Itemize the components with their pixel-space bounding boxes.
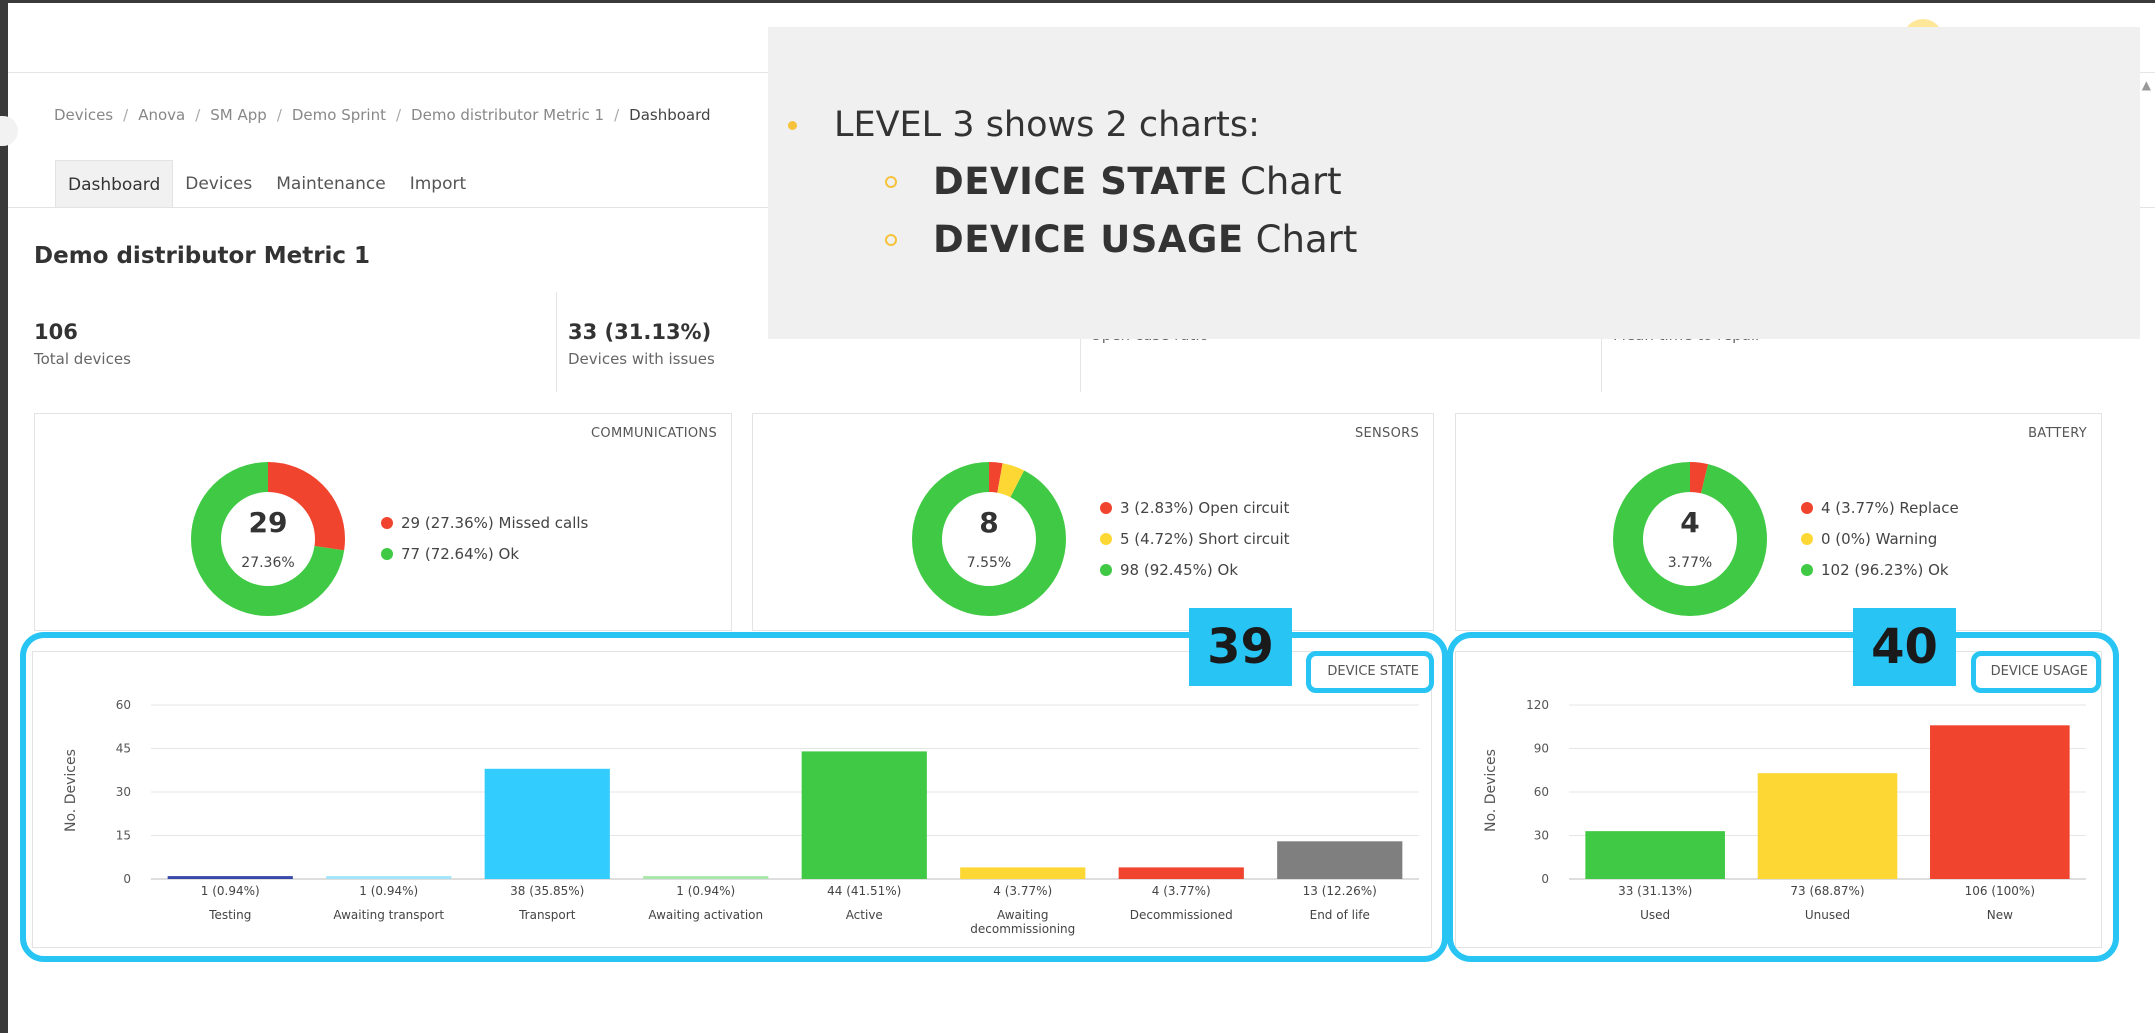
legend-label: 0 (0%) Warning: [1821, 529, 1938, 548]
sidebar-toggle[interactable]: [0, 116, 18, 146]
legend-dot: [1100, 563, 1112, 576]
overlay-item-rest: Chart: [1255, 218, 1358, 261]
overlay-item-bold: DEVICE USAGE: [933, 218, 1244, 261]
legend-label: 4 (3.77%) Replace: [1821, 498, 1959, 517]
donut-center-percent: 27.36%: [241, 555, 295, 571]
legend-item: 0 (0%) Warning: [1801, 523, 1959, 554]
legend-item: 4 (3.77%) Replace: [1801, 492, 1959, 523]
donut-center-percent: 7.55%: [966, 555, 1012, 571]
page-title: Demo distributor Metric 1: [34, 243, 371, 269]
donut-center-value: 4: [1680, 506, 1700, 539]
donut-chart: [191, 462, 345, 616]
legend-item: 5 (4.72%) Short circuit: [1100, 523, 1290, 554]
kpi-divider: [556, 292, 557, 392]
battery-card: BATTERY 4 3.77% 4 (3.77%) Replace 0 (0%)…: [1455, 413, 2102, 631]
donut-legend: 3 (2.83%) Open circuit 5 (4.72%) Short c…: [1100, 492, 1290, 585]
overlay-item-rest: Chart: [1240, 160, 1342, 203]
kpi-total-devices: 106 Total devices: [34, 320, 131, 368]
tab-bar: Dashboard Devices Maintenance Import: [55, 160, 478, 207]
sensors-donut: 8 7.55%: [912, 462, 1066, 616]
device-state-title-ring: [1306, 651, 1434, 693]
donut-center-value: 29: [248, 506, 288, 539]
kpi-label: Total devices: [34, 350, 131, 368]
annotation-badge-39: 39: [1189, 608, 1292, 686]
donut-slice: [1613, 462, 1767, 616]
tab-devices[interactable]: Devices: [173, 160, 264, 207]
scroll-up-icon[interactable]: ▲: [2142, 78, 2151, 92]
donut-center-percent: 3.77%: [1667, 555, 1713, 571]
donut-slice: [912, 462, 1066, 616]
breadcrumb-item-anova[interactable]: Anova: [138, 106, 185, 124]
donut-legend: 4 (3.77%) Replace 0 (0%) Warning 102 (96…: [1801, 492, 1959, 585]
battery-donut: 4 3.77%: [1613, 462, 1767, 616]
bullet-dot-icon: [788, 120, 797, 130]
legend-item: 3 (2.83%) Open circuit: [1100, 492, 1290, 523]
donut-chart: [1613, 462, 1767, 616]
breadcrumb-item-sm-app[interactable]: SM App: [210, 106, 267, 124]
breadcrumb-item-dashboard: Dashboard: [629, 106, 711, 124]
legend-label: 102 (96.23%) Ok: [1821, 560, 1949, 579]
tab-maintenance[interactable]: Maintenance: [264, 160, 397, 207]
legend-label: 29 (27.36%) Missed calls: [401, 513, 589, 532]
annotation-badge-40: 40: [1853, 608, 1956, 686]
overlay-bullet-level1: LEVEL 3 shows 2 charts:: [788, 105, 1260, 145]
legend-item: 29 (27.36%) Missed calls: [381, 507, 588, 538]
card-title: BATTERY: [2028, 426, 2087, 441]
overlay-bullet-level2: DEVICE STATE Chart: [885, 160, 1342, 203]
card-title: COMMUNICATIONS: [591, 426, 717, 441]
legend-dot: [381, 547, 393, 560]
tab-dashboard[interactable]: Dashboard: [55, 160, 174, 207]
window-left-border: [0, 0, 8, 1033]
legend-dot: [1801, 563, 1813, 576]
legend-dot: [1100, 532, 1112, 545]
overlay-line1: LEVEL 3 shows 2 charts:: [834, 105, 1260, 145]
breadcrumb-item-devices[interactable]: Devices: [54, 106, 113, 124]
legend-dot: [1801, 532, 1813, 545]
tab-import[interactable]: Import: [398, 160, 478, 207]
card-title: SENSORS: [1354, 426, 1419, 441]
legend-item: 98 (92.45%) Ok: [1100, 554, 1290, 585]
overlay-item-bold: DEVICE STATE: [933, 160, 1228, 203]
legend-label: 77 (72.64%) Ok: [401, 544, 520, 563]
legend-item: 77 (72.64%) Ok: [381, 538, 588, 569]
donut-center-value: 8: [979, 506, 999, 539]
legend-label: 5 (4.72%) Short circuit: [1120, 529, 1290, 548]
legend-dot: [381, 516, 393, 529]
kpi-label: Devices with issues: [568, 350, 715, 368]
breadcrumb-item-demo-sprint[interactable]: Demo Sprint: [292, 106, 386, 124]
legend-dot: [1801, 501, 1813, 514]
sensors-card: SENSORS 8 7.55% 3 (2.83%) Open circuit 5…: [752, 413, 1434, 631]
device-usage-title-ring: [1971, 651, 2101, 693]
legend-label: 3 (2.83%) Open circuit: [1120, 498, 1290, 517]
breadcrumb-item-distributor[interactable]: Demo distributor Metric 1: [411, 106, 604, 124]
bullet-ring-icon: [885, 233, 897, 246]
bullet-ring-icon: [885, 175, 897, 188]
legend-label: 98 (92.45%) Ok: [1120, 560, 1239, 579]
communications-card: COMMUNICATIONS 29 27.36% 29 (27.36%) Mis…: [34, 413, 732, 631]
kpi-value: 106: [34, 320, 78, 344]
kpi-devices-with-issues: 33 (31.13%) Devices with issues: [568, 320, 715, 368]
overlay-bullet-level2: DEVICE USAGE Chart: [885, 218, 1357, 261]
breadcrumb: Devices / Anova / SM App / Demo Sprint / Dem…: [54, 106, 711, 124]
legend-dot: [1100, 501, 1112, 514]
legend-item: 102 (96.23%) Ok: [1801, 554, 1959, 585]
kpi-value: 33 (31.13%): [568, 320, 712, 344]
slide-overlay: LEVEL 3 shows 2 charts: DEVICE STATE Cha…: [768, 27, 2140, 339]
communications-donut: 29 27.36%: [191, 462, 345, 616]
donut-legend: 29 (27.36%) Missed calls 77 (72.64%) Ok: [381, 507, 588, 569]
donut-chart: [912, 462, 1066, 616]
